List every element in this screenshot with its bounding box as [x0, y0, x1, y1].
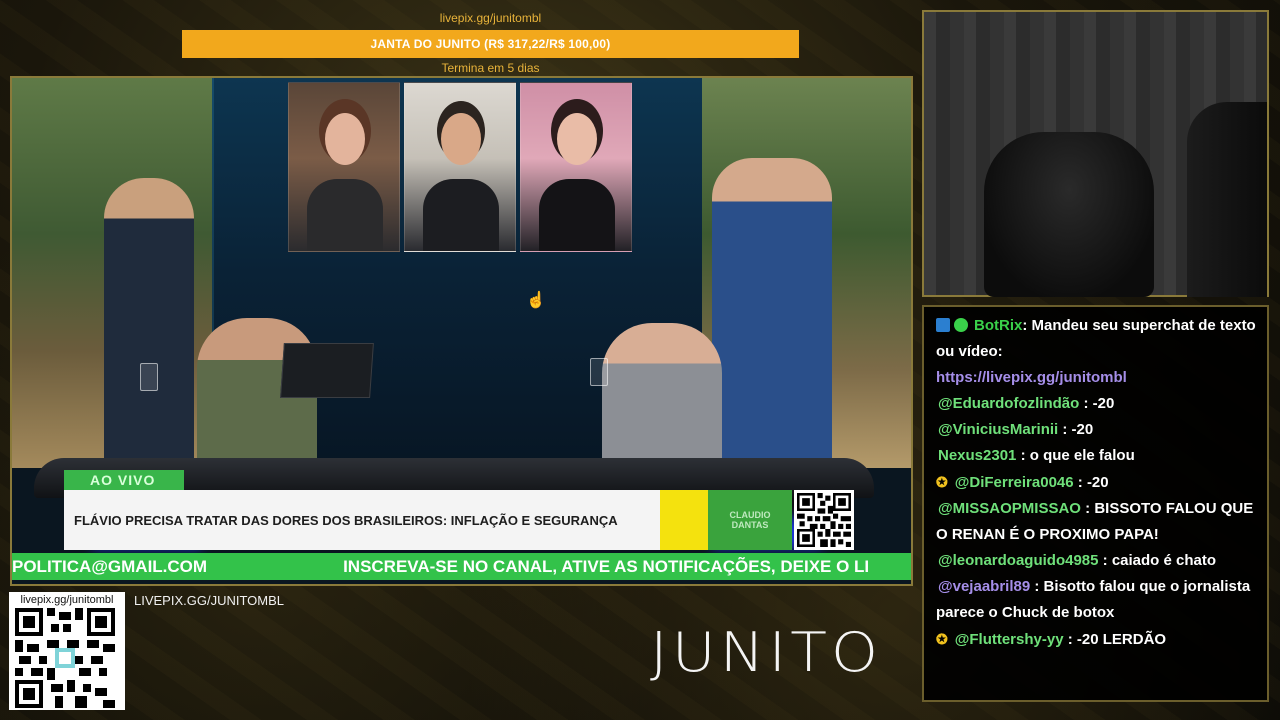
- chat-panel: BotRix: Mandeu seu superchat de texto ou…: [922, 305, 1269, 702]
- chat-text: : o que ele falou: [1016, 447, 1135, 464]
- channel-logo-line2: DANTAS: [731, 520, 769, 530]
- channel-logo: CLAUDIO DANTAS: [708, 490, 792, 550]
- goal-progress-bar: JANTA DO JUNITO (R$ 317,22/R$ 100,00): [182, 30, 799, 58]
- photo-person-right: [712, 158, 832, 468]
- chat-message: @vejaabril89 : Bisotto falou que o jorna…: [936, 574, 1257, 626]
- chat-message: @Eduardofozlindão : -20: [936, 391, 1257, 417]
- chat-message: ✪ @DiFerreira0046 : -20: [936, 469, 1257, 496]
- chat-message: ✪ @Fluttershy-yy : -20 LERDÃO: [936, 626, 1257, 653]
- qr-label: livepix.gg/junitombl: [20, 594, 114, 606]
- chat-message: BotRix: Mandeu seu superchat de texto ou…: [936, 313, 1257, 391]
- gaming-chair: [984, 132, 1154, 297]
- broadcast-qr-code: [794, 490, 854, 550]
- laptop: [280, 343, 374, 398]
- streamer-webcam: [922, 10, 1269, 297]
- chat-text: : -20 LERDÃO: [1063, 631, 1167, 648]
- livepix-qr-code: livepix.gg/junitombl: [9, 592, 125, 710]
- water-glass: [140, 363, 158, 391]
- star-badge-icon: ✪: [936, 474, 948, 490]
- chat-message: Nexus2301 : o que ele falou: [936, 443, 1257, 469]
- guest-camera-3: [520, 82, 632, 252]
- ticker-message: INSCREVA-SE NO CANAL, ATIVE AS NOTIFICAÇ…: [343, 556, 870, 576]
- verified-badge-icon: [954, 318, 968, 332]
- livepix-link: LIVEPIX.GG/JUNITOMBL: [134, 593, 285, 608]
- ticker-email: POLITICA@GMAIL.COM: [12, 556, 208, 576]
- chat-message: @leonardoaguido4985 : caiado é chato: [936, 548, 1257, 574]
- chat-link[interactable]: https://livepix.gg/junitombl: [936, 369, 1127, 386]
- chat-username: @Fluttershy-yy: [954, 631, 1064, 648]
- chat-message: @ViniciusMarinii : -20: [936, 417, 1257, 443]
- chat-text: : -20: [1079, 395, 1115, 412]
- goal-url: livepix.gg/junitombl: [439, 11, 542, 25]
- star-badge-icon: ✪: [936, 631, 948, 647]
- bot-badge-icon: [936, 318, 950, 332]
- chat-message: @MISSAOPMISSAO : BISSOTO FALOU QUE O REN…: [936, 496, 1257, 548]
- goal-ends-text: Termina em 5 dias: [441, 61, 540, 75]
- chat-username: @vejaabril89: [938, 578, 1031, 595]
- headline-accent: [660, 490, 708, 550]
- water-glass: [590, 358, 608, 386]
- chat-username: BotRix: [974, 317, 1023, 334]
- chat-text: : caiado é chato: [1098, 552, 1217, 569]
- live-tag: AO VIVO: [64, 470, 184, 490]
- chat-username: Nexus2301: [938, 447, 1017, 464]
- channel-brand-logo: JUNITO: [650, 621, 883, 685]
- photo-person-left: [104, 178, 194, 468]
- chat-text: : -20: [1058, 421, 1094, 438]
- studio-host-right: [602, 323, 722, 468]
- streamer-figure: [1187, 102, 1267, 297]
- remote-guests: [288, 82, 632, 252]
- channel-logo-line1: CLAUDIO: [729, 510, 771, 520]
- news-headline: FLÁVIO PRECISA TRATAR DAS DORES DOS BRAS…: [64, 490, 660, 550]
- chat-text: : -20: [1073, 474, 1109, 491]
- chat-username: @leonardoaguido4985: [938, 552, 1099, 569]
- qr-code-icon: [15, 608, 115, 708]
- chat-username: @Eduardofozlindão: [938, 395, 1080, 412]
- guest-camera-1: [288, 82, 400, 252]
- chat-username: @MISSAOPMISSAO: [938, 500, 1081, 517]
- mouse-cursor-icon: ☝: [526, 292, 546, 309]
- news-ticker: POLITICA@GMAIL.COM INSCREVA-SE NO CANAL,…: [12, 553, 911, 580]
- main-video-player[interactable]: ☝ AO VIVO FLÁVIO PRECISA TRATAR DAS DORE…: [10, 76, 913, 586]
- guest-camera-2: [404, 82, 516, 252]
- chat-username: @ViniciusMarinii: [938, 421, 1059, 438]
- chat-username: @DiFerreira0046: [954, 474, 1074, 491]
